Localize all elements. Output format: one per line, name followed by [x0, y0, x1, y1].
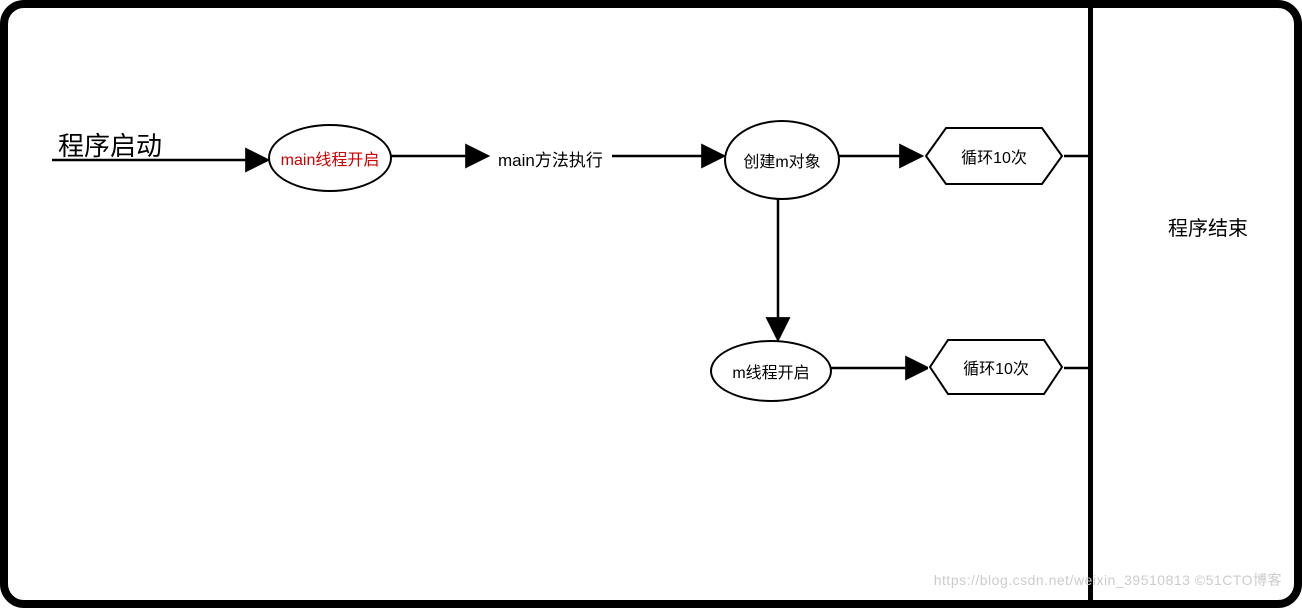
ellipse-create-m-object: 创建m对象 [724, 120, 840, 200]
watermark-text: https://blog.csdn.net/weixin_39510813 ©5… [934, 570, 1282, 590]
m-thread-start-text: m线程开启 [732, 359, 809, 383]
connectors [8, 8, 1294, 600]
create-m-object-text: 创建m对象 [743, 148, 820, 172]
sync-bar [1088, 8, 1093, 608]
diagram-canvas: 程序启动 main线程开启 main方法执行 创建m对象 循环10次 m线程开启… [0, 0, 1302, 608]
end-label: 程序结束 [1168, 212, 1248, 241]
ellipse-main-thread-start: main线程开启 [268, 124, 392, 192]
main-thread-start-text: main线程开启 [281, 146, 380, 170]
ellipse-m-thread-start: m线程开启 [710, 340, 832, 402]
start-label: 程序启动 [58, 126, 162, 163]
main-method-exec-text: main方法执行 [498, 146, 603, 171]
